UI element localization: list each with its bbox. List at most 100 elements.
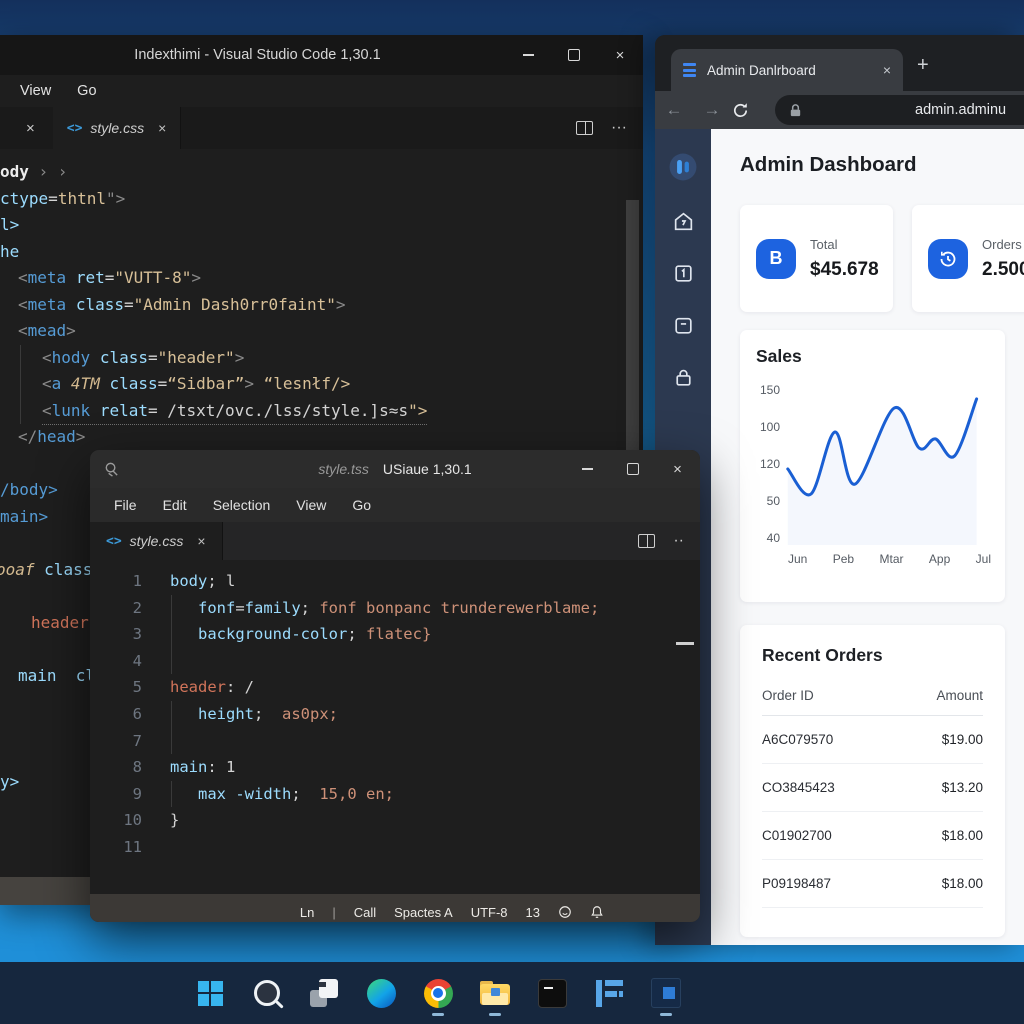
tab-close-icon[interactable]: × — [158, 120, 166, 136]
running-indicator — [432, 1013, 444, 1016]
menu-item-go[interactable]: Go — [352, 497, 371, 513]
editor-tab[interactable]: <> style.css × — [53, 107, 182, 149]
browser-window: Admin Danlrboard × + ← → admin.adminu — [655, 35, 1024, 945]
maximize-button[interactable] — [610, 450, 655, 488]
menu-item-selection[interactable]: Selection — [213, 497, 271, 513]
vscode-front-titlebar[interactable]: style.tssUSiaue 1,30.1 × — [90, 450, 700, 488]
box-one-icon[interactable] — [672, 262, 695, 285]
windows-logo-icon — [198, 981, 223, 1006]
code-box-icon — [651, 978, 681, 1008]
sales-line-chart — [786, 379, 989, 545]
browser-tab[interactable]: Admin Danlrboard × — [671, 49, 903, 91]
tray-icon[interactable] — [672, 314, 695, 337]
tab-favicon-icon — [683, 63, 696, 77]
y-tick-label: 150 — [760, 383, 780, 397]
order-id: C01902700 — [762, 828, 832, 843]
minimize-button[interactable] — [565, 450, 610, 488]
order-id: CO3845423 — [762, 780, 835, 795]
menu-item-edit[interactable]: Edit — [163, 497, 187, 513]
edge-button[interactable] — [361, 967, 401, 1019]
status-item[interactable]: Spactes A — [394, 905, 453, 920]
orders-title: Recent Orders — [762, 645, 983, 666]
status-divider: | — [332, 905, 335, 920]
stat-label: Orders — [982, 237, 1024, 252]
line-number: 8 — [90, 754, 142, 781]
file-explorer-button[interactable] — [475, 967, 515, 1019]
code-line: <a 4TM class=“Sidbar”> “lesnłf/> — [0, 371, 643, 398]
status-item[interactable]: Call — [354, 905, 376, 920]
recent-orders-card: Recent Orders Order ID Amount A6C079570$… — [740, 625, 1005, 937]
code-line: ody › › — [0, 159, 643, 186]
back-icon[interactable]: ← — [655, 100, 693, 120]
lock-icon — [788, 103, 803, 118]
app-logo-pause-icon[interactable] — [669, 153, 697, 181]
x-tick-label: App — [929, 552, 950, 566]
more-actions-icon[interactable]: ·· — [673, 532, 684, 550]
split-editor-icon[interactable] — [576, 121, 593, 135]
stray-tab-close-icon[interactable]: × — [26, 120, 35, 137]
line-number: 3 — [90, 621, 142, 648]
code-line: ctype=thtnl"> — [0, 186, 643, 213]
menu-item-go[interactable]: Go — [77, 83, 96, 99]
table-row: P09198487$18.00 — [762, 860, 983, 908]
sales-chart-card: Sales 1501001205040 JunPebMtarAppJul — [740, 330, 1005, 602]
code-line: <meta class="Admin Dash0rr0faint"> — [0, 292, 643, 319]
code-line: 11 — [90, 834, 700, 861]
code-line: <hody class="header"> — [0, 345, 643, 372]
dev-tool-button[interactable] — [589, 967, 629, 1019]
bell-icon[interactable] — [590, 905, 604, 919]
vscode-front-editor[interactable]: 1body; l2fonf=family; fonf bonpanc trund… — [90, 560, 700, 894]
split-editor-icon[interactable] — [638, 534, 655, 548]
feedback-icon[interactable] — [558, 905, 572, 919]
close-icon: × — [673, 461, 682, 478]
home-icon[interactable] — [672, 210, 695, 233]
code-line: 8main: 1 — [90, 754, 700, 781]
vscode-back-titlebar[interactable]: Indexthimi - Visual Studio Code 1,30.1 × — [0, 35, 643, 75]
vscode-back-tabbar: × <> style.css × ··· — [0, 107, 643, 149]
chart-area-fill — [788, 399, 977, 545]
lock-icon[interactable] — [672, 366, 695, 389]
code-box-button[interactable] — [646, 967, 686, 1019]
code-line: 7 — [90, 728, 700, 755]
reload-icon[interactable] — [731, 101, 769, 120]
terminal-button[interactable] — [532, 967, 572, 1019]
new-tab-button[interactable]: + — [917, 55, 929, 75]
dev-tool-icon — [596, 980, 623, 1007]
code-line: <meta ret="VUTT-8"> — [0, 265, 643, 292]
line-number: 10 — [90, 807, 142, 834]
start-button[interactable] — [190, 967, 230, 1019]
status-item[interactable]: UTF-8 — [471, 905, 508, 920]
close-button[interactable]: × — [597, 35, 643, 75]
status-item[interactable]: 13 — [526, 905, 540, 920]
code-file-icon: <> — [106, 534, 122, 549]
code-file-icon: <> — [67, 121, 83, 136]
tab-label: style.css — [90, 120, 144, 136]
editor-scrollbar[interactable] — [626, 200, 639, 490]
address-bar[interactable]: admin.adminu — [775, 95, 1024, 125]
task-view-button[interactable] — [304, 967, 344, 1019]
forward-icon[interactable]: → — [693, 100, 731, 120]
tab-close-icon[interactable]: × — [197, 533, 205, 549]
line-number: 1 — [90, 568, 142, 595]
menu-item-view[interactable]: View — [20, 83, 51, 99]
menu-item-file[interactable]: File — [114, 497, 137, 513]
more-actions-icon[interactable]: ··· — [611, 119, 627, 137]
editor-tab[interactable]: <> style.css × — [90, 522, 223, 560]
tab-close-icon[interactable]: × — [883, 62, 891, 78]
dashboard-main: Admin Dashboard B Total $45.678 — [711, 129, 1024, 945]
menu-item-view[interactable]: View — [296, 497, 326, 513]
edge-icon — [367, 979, 396, 1008]
chrome-button[interactable] — [418, 967, 458, 1019]
chart-title: Sales — [756, 346, 989, 367]
maximize-button[interactable] — [551, 35, 597, 75]
search-button[interactable] — [247, 967, 287, 1019]
code-line: 9max -width; 15,0 en; — [90, 781, 700, 808]
line-number: 4 — [90, 648, 142, 675]
tab-label: style.css — [130, 533, 184, 549]
close-button[interactable]: × — [655, 450, 700, 488]
code-line: <mead> — [0, 318, 643, 345]
x-tick-label: Mtar — [880, 552, 904, 566]
stat-value: 2.500 — [982, 259, 1024, 281]
table-row: A6C079570$19.00 — [762, 716, 983, 764]
status-item[interactable]: Ln — [300, 905, 314, 920]
